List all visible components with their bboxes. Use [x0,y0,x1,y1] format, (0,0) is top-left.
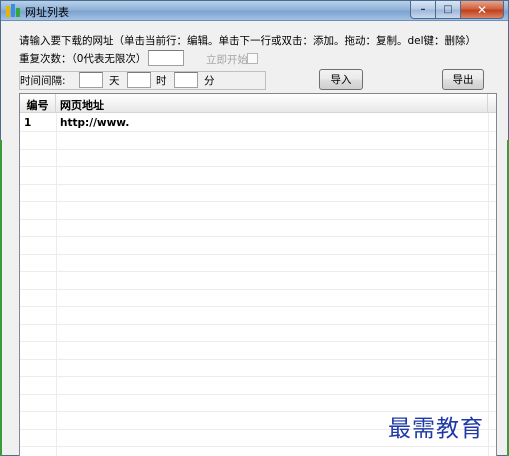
hour-label: 时 [156,75,167,87]
column-header-url[interactable]: 网页地址 [56,94,488,113]
instruction-text: 请输入要下载的网址（单击当前行：编辑。单击下一行或双击：添加。拖动：复制。del… [19,35,477,47]
row-gridline [20,446,496,447]
watermark-text: 最需教育 [388,416,484,442]
row-gridline [20,219,496,220]
minute-label: 分 [204,75,215,87]
row-gridline [20,324,496,325]
interval-hour-input[interactable] [127,72,151,88]
interval-label: 时间间隔: [20,75,66,87]
row-gridline [20,254,496,255]
export-button[interactable]: 导出 [442,69,484,90]
url-table[interactable]: 编号 网页地址 1 http://www. [19,93,497,456]
row-gridline [20,376,496,377]
minimize-button[interactable]: – [410,1,436,19]
row-gridline [20,341,496,342]
row-1-url[interactable]: http://www. [60,117,129,129]
column-divider [56,113,57,456]
row-gridline [20,184,496,185]
row-gridline [20,394,496,395]
day-label: 天 [109,75,120,87]
import-button[interactable]: 导入 [319,69,363,90]
column-header-number[interactable]: 编号 [20,94,56,113]
row-gridline [20,359,496,360]
start-now-checkbox[interactable] [247,53,258,64]
window-edge-left [0,140,2,456]
repeat-count-label: 重复次数：（0代表无限次） [19,53,147,65]
app-icon [6,4,20,17]
url-list-window: 网址列表 – □ ✕ 请输入要下载的网址（单击当前行：编辑。单击下一行或双击：添… [0,0,509,456]
row-gridline [20,236,496,237]
interval-minute-input[interactable] [174,72,198,88]
row-gridline [20,289,496,290]
row-1-number[interactable]: 1 [24,117,31,129]
maximize-button[interactable]: □ [436,1,461,19]
row-gridline [20,201,496,202]
title-bar[interactable]: 网址列表 – □ ✕ [1,1,508,21]
window-title: 网址列表 [25,6,69,19]
row-gridline [20,149,496,150]
start-now-label: 立即开始 [206,54,248,66]
interval-day-input[interactable] [79,72,103,88]
repeat-count-input[interactable] [148,50,184,66]
row-gridline [20,131,496,132]
close-button[interactable]: ✕ [461,1,504,19]
table-header: 编号 网页地址 [20,94,496,113]
row-gridline [20,166,496,167]
row-gridline [20,306,496,307]
column-divider [488,113,489,456]
row-gridline [20,271,496,272]
